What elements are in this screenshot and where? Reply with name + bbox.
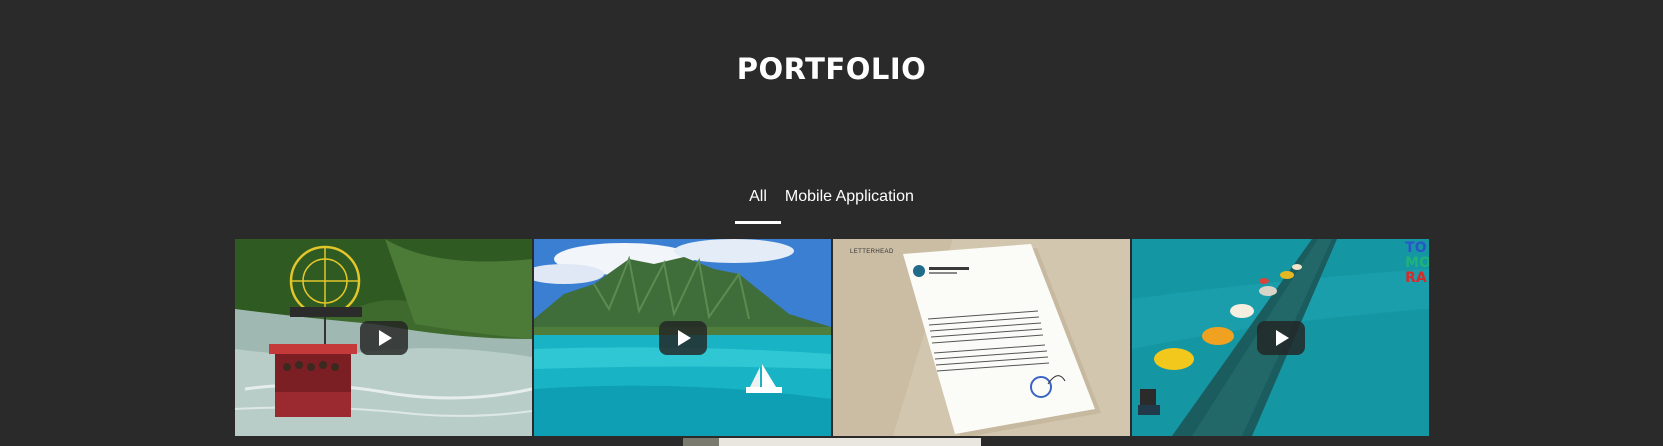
portfolio-item-cable-car[interactable] bbox=[235, 239, 532, 436]
overlay-line-2: MO bbox=[1405, 255, 1429, 271]
play-icon[interactable] bbox=[1256, 320, 1305, 355]
overlay-line-1: TO bbox=[1405, 240, 1427, 256]
portfolio-filter-tabs: All Mobile Application bbox=[0, 186, 1663, 224]
play-icon[interactable] bbox=[658, 320, 707, 355]
portfolio-item-flooded-road[interactable]: TO MO RA bbox=[1132, 239, 1429, 436]
letterhead-thumbnail bbox=[833, 239, 1130, 436]
portfolio-title: PORTFOLIO bbox=[736, 52, 927, 86]
portfolio-item-next-row[interactable] bbox=[683, 438, 981, 446]
portfolio-grid: LETTERHEAD TO MO RA bbox=[235, 239, 1429, 436]
filter-tab-all[interactable]: All bbox=[735, 186, 781, 224]
filter-tab-mobile-application[interactable]: Mobile Application bbox=[781, 186, 918, 222]
next-row-thumbnail-edge bbox=[683, 438, 719, 446]
play-icon[interactable] bbox=[359, 320, 408, 355]
letterhead-caption: LETTERHEAD bbox=[850, 249, 894, 255]
overlay-text: TO MO RA bbox=[1405, 241, 1429, 286]
portfolio-item-letterhead[interactable]: LETTERHEAD bbox=[833, 239, 1130, 436]
overlay-line-3: RA bbox=[1405, 270, 1427, 286]
portfolio-item-tropical-island[interactable] bbox=[534, 239, 831, 436]
